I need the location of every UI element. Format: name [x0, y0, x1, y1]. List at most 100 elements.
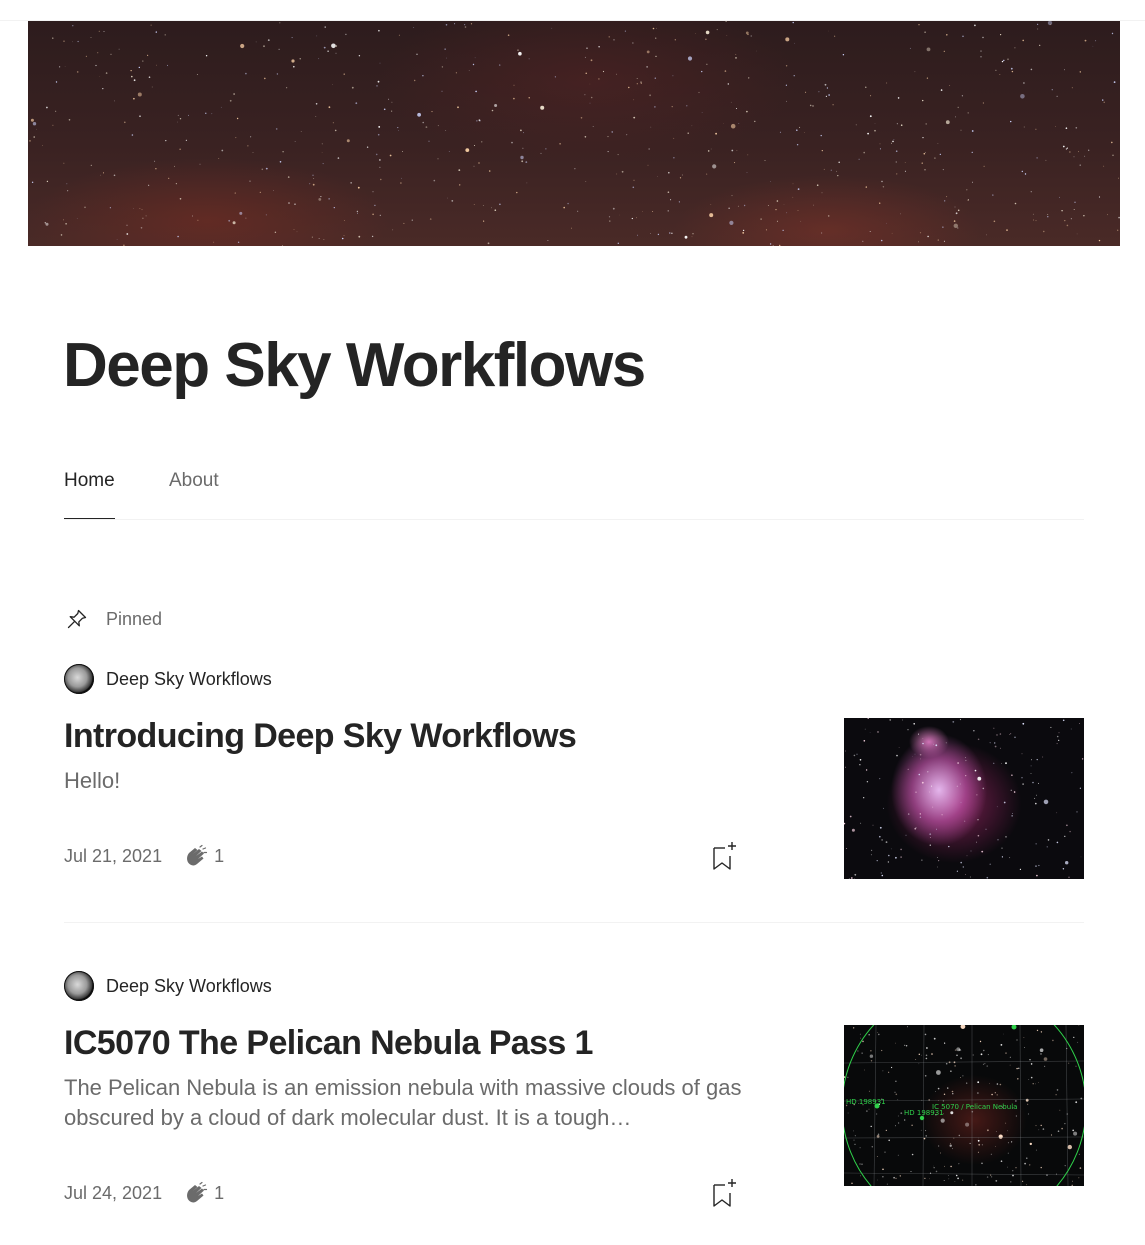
tab-about[interactable]: About: [169, 466, 219, 496]
star: [876, 1135, 880, 1138]
star: [633, 116, 636, 119]
star: [616, 173, 618, 175]
star: [1009, 734, 1010, 735]
post-author[interactable]: Deep Sky Workflows: [64, 971, 272, 1001]
star: [854, 1135, 856, 1137]
star: [228, 219, 231, 222]
star: [892, 140, 894, 143]
star: [945, 742, 947, 744]
star: [205, 55, 208, 57]
avatar[interactable]: [64, 971, 94, 1001]
star: [879, 778, 881, 780]
post-thumbnail[interactable]: HD 198931 IC 5070 / Pelican Nebula HD 19…: [844, 1025, 1084, 1186]
star: [179, 118, 182, 120]
star: [897, 1154, 899, 1156]
post-title[interactable]: Introducing Deep Sky Workflows: [64, 716, 577, 756]
star: [77, 40, 79, 43]
star: [1023, 1037, 1025, 1038]
post-title[interactable]: IC5070 The Pelican Nebula Pass 1: [64, 1023, 593, 1063]
star: [68, 119, 71, 121]
avatar[interactable]: [64, 664, 94, 694]
star: [996, 1094, 998, 1096]
tab-home[interactable]: Home: [64, 466, 115, 519]
star: [388, 98, 390, 100]
star: [1077, 1041, 1079, 1043]
star: [1030, 765, 1032, 767]
star: [1001, 60, 1004, 63]
star: [1001, 847, 1003, 849]
star: [459, 184, 461, 186]
star: [706, 63, 708, 65]
star: [960, 801, 962, 803]
star: [1056, 841, 1059, 844]
star: [488, 170, 491, 172]
star: [1011, 774, 1013, 776]
post-meta: Jul 24, 2021 1: [64, 1179, 224, 1207]
star: [1047, 214, 1049, 215]
star: [291, 59, 295, 63]
star: [1079, 787, 1081, 789]
star: [1006, 229, 1008, 232]
star: [1098, 196, 1101, 198]
star: [372, 191, 374, 193]
star: [1092, 45, 1094, 47]
star: [967, 112, 969, 114]
star: [976, 841, 977, 843]
author-name[interactable]: Deep Sky Workflows: [106, 976, 272, 997]
star: [300, 131, 302, 132]
star: [987, 1054, 989, 1056]
star: [965, 1122, 970, 1127]
star: [767, 205, 769, 206]
post-thumbnail[interactable]: [844, 718, 1084, 879]
pinned-label: Pinned: [106, 608, 163, 629]
star: [1044, 1065, 1046, 1067]
clap-button[interactable]: 1: [184, 1181, 224, 1205]
star: [729, 220, 734, 225]
star: [110, 53, 112, 55]
post-subtitle[interactable]: Hello!: [64, 766, 764, 796]
bookmark-add-icon[interactable]: [709, 1177, 739, 1209]
star: [969, 1142, 971, 1144]
star: [400, 182, 402, 184]
star: [487, 242, 490, 245]
star: [1036, 874, 1038, 877]
post-card[interactable]: Deep Sky Workflows IC5070 The Pelican Ne…: [64, 971, 1084, 1221]
star: [554, 76, 556, 78]
star: [1035, 843, 1037, 845]
star: [36, 128, 37, 130]
star: [63, 219, 64, 221]
post-author[interactable]: Deep Sky Workflows: [64, 664, 272, 694]
star: [1005, 836, 1007, 838]
post-card[interactable]: Deep Sky Workflows Introducing Deep Sky …: [64, 664, 1084, 894]
star: [953, 220, 956, 222]
star: [1039, 44, 1041, 46]
star: [918, 1063, 920, 1065]
post-subtitle[interactable]: The Pelican Nebula is an emission nebula…: [64, 1073, 764, 1133]
star: [668, 171, 670, 174]
clap-button[interactable]: 1: [184, 844, 224, 868]
star: [376, 85, 378, 87]
star: [640, 82, 642, 84]
star: [940, 1152, 941, 1154]
star: [356, 210, 359, 213]
star: [1073, 1036, 1075, 1038]
star: [911, 1153, 914, 1156]
star: [1042, 756, 1044, 758]
star: [234, 192, 236, 194]
bookmark-add-icon[interactable]: [709, 840, 739, 872]
star: [1058, 732, 1060, 734]
top-bar: [0, 0, 1145, 21]
star: [1015, 1115, 1017, 1117]
star: [997, 839, 999, 841]
star: [233, 93, 235, 95]
star: [947, 1087, 949, 1089]
star: [927, 771, 929, 773]
star: [411, 219, 413, 221]
star: [130, 70, 132, 72]
author-name[interactable]: Deep Sky Workflows: [106, 669, 272, 690]
star: [156, 64, 157, 66]
star: [1007, 1142, 1009, 1144]
star: [1056, 95, 1058, 97]
star: [1111, 32, 1114, 35]
star: [1027, 1113, 1029, 1115]
